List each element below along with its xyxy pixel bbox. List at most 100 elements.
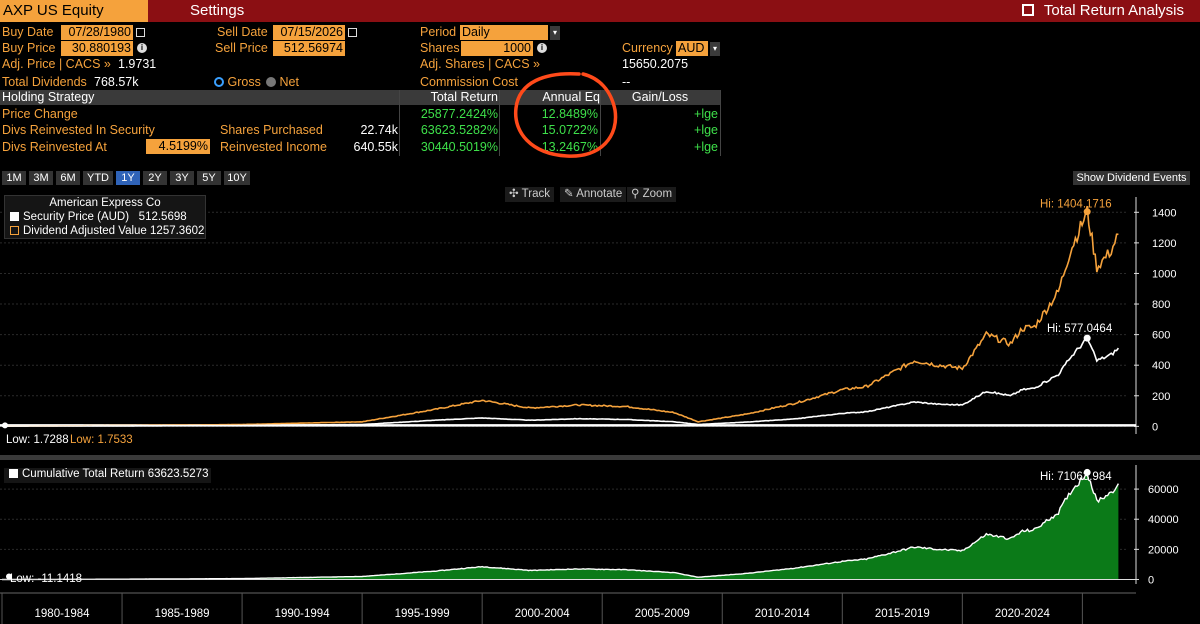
buy-date-label: Buy Date — [2, 25, 54, 39]
external-link-icon — [1021, 4, 1034, 16]
range-button-10y[interactable]: 10Y — [224, 171, 250, 185]
reinvest-rate-field[interactable]: 4.5199% — [146, 139, 210, 154]
settings-button[interactable]: Settings — [190, 0, 244, 22]
y-tick-label: 60000 — [1148, 484, 1179, 496]
total-dividends-label: Total Dividends — [2, 75, 87, 89]
currency-select[interactable]: AUD — [676, 41, 708, 56]
series-name: Cumulative Total Return — [22, 468, 145, 480]
period-select[interactable]: Daily — [460, 25, 548, 40]
low-label: Low: -11.1418 — [10, 573, 82, 585]
y-tick-label: 800 — [1152, 299, 1170, 311]
net-radio[interactable]: Net — [266, 75, 299, 89]
hi-marker-white — [1083, 334, 1091, 342]
title-bar: AXP US Equity Settings Total Return Anal… — [0, 0, 1200, 22]
shares-purchased-label: Shares Purchased — [220, 123, 323, 137]
hi-label: Hi: 71063.984 — [1040, 471, 1112, 483]
chevron-down-icon[interactable]: ▾ — [550, 26, 560, 40]
y-tick-label: 400 — [1152, 360, 1170, 372]
col-total-return[interactable]: Total Return — [400, 90, 498, 105]
legend-entry-dividend-adjusted[interactable]: Dividend Adjusted Value 1257.3602 — [5, 224, 205, 238]
x-tick-label: 2020-2024 — [995, 608, 1051, 620]
divider — [720, 90, 721, 156]
total-dividends-value: 768.57k — [94, 75, 139, 89]
row-label-price-change: Price Change — [2, 107, 78, 121]
calendar-icon[interactable] — [348, 28, 357, 37]
cumulative-return-area[interactable] — [2, 474, 1119, 580]
radio-selected-icon — [214, 77, 224, 87]
range-button-1m[interactable]: 1M — [2, 171, 26, 185]
y-tick-label: 1400 — [1152, 207, 1176, 219]
x-tick-label: 2015-2019 — [875, 608, 930, 620]
col-holding-strategy: Holding Strategy — [2, 90, 95, 104]
total-return-analysis-link[interactable]: Total Return Analysis — [1021, 0, 1184, 22]
shares-label: Shares — [420, 41, 460, 55]
adj-shares-value: 15650.2075 — [622, 57, 689, 71]
net-label: Net — [279, 75, 299, 89]
reinvested-income-label: Reinvested Income — [220, 140, 328, 154]
show-dividend-events-button[interactable]: Show Dividend Events — [1073, 171, 1190, 185]
series-last-value: 63623.5273 — [147, 468, 209, 480]
y-tick-label: 200 — [1152, 391, 1170, 403]
sell-price-field[interactable]: 512.56974 — [273, 41, 345, 56]
series-name: Security Price (AUD) — [23, 211, 130, 223]
y-tick-label: 40000 — [1148, 514, 1179, 526]
info-icon[interactable]: i — [537, 43, 547, 53]
shares-field[interactable]: 1000 — [461, 41, 533, 56]
y-tick-label: 0 — [1148, 574, 1154, 586]
y-tick-label: 20000 — [1148, 544, 1179, 556]
legend-title: American Express Co — [49, 197, 161, 209]
calendar-icon[interactable] — [136, 28, 145, 37]
x-tick-label: 1985-1989 — [155, 608, 210, 620]
pane-divider[interactable] — [0, 455, 1200, 460]
commission-label: Commission Cost — [420, 75, 518, 89]
x-tick-label: 2000-2004 — [515, 608, 571, 620]
total-return-cell: 30440.5019% — [420, 140, 498, 154]
range-button-3m[interactable]: 3M — [29, 171, 53, 185]
series-name: Dividend Adjusted Value — [23, 225, 147, 237]
legend-entry-security-price[interactable]: Security Price (AUD) 512.5698 — [5, 210, 205, 224]
total-return-cell: 25877.2424% — [420, 107, 498, 121]
hi-label-white: Hi: 577.0464 — [1047, 323, 1113, 335]
x-tick-label: 1990-1994 — [275, 608, 331, 620]
range-button-2y[interactable]: 2Y — [143, 171, 167, 185]
reinvested-income-value: 640.55k — [353, 140, 398, 154]
ticker-field[interactable]: AXP US Equity — [0, 0, 148, 22]
price-chart[interactable]: 0 200 400 600 800 1000 1200 1400 Hi: 1404.1716 Hi… — [0, 186, 1200, 624]
sell-date-field[interactable]: 07/15/2026 — [273, 25, 345, 40]
chevron-down-icon[interactable]: ▾ — [710, 42, 720, 56]
legend-swatch-white — [9, 469, 18, 478]
range-button-3y[interactable]: 3Y — [170, 171, 194, 185]
sell-price-label: Sell Price — [215, 41, 268, 55]
dividend-adjusted-line[interactable] — [2, 205, 1119, 427]
shares-purchased-value: 22.74k — [360, 123, 398, 137]
total-return-cell: 63623.5282% — [420, 123, 498, 137]
function-title: Total Return Analysis — [1043, 2, 1184, 19]
range-button-1y[interactable]: 1Y — [116, 171, 140, 185]
adj-price-link[interactable]: Adj. Price | CACS » — [2, 57, 111, 71]
adj-price-value: 1.9731 — [118, 57, 157, 71]
security-price-line[interactable] — [2, 336, 1120, 427]
y-tick-label: 0 — [1152, 421, 1158, 433]
hi-label-orange: Hi: 1404.1716 — [1040, 199, 1112, 211]
series-last-value: 512.5698 — [138, 211, 187, 223]
range-button-ytd[interactable]: YTD — [83, 171, 113, 185]
radio-unselected-icon — [266, 77, 276, 87]
circle-annotation — [513, 72, 618, 158]
buy-date-field[interactable]: 07/28/1980 — [61, 25, 133, 40]
price-legend: American Express Co Security Price (AUD)… — [4, 195, 206, 239]
range-button-5y[interactable]: 5Y — [197, 171, 221, 185]
gross-radio[interactable]: Gross — [214, 75, 261, 89]
range-button-6m[interactable]: 6M — [56, 171, 80, 185]
adj-shares-link[interactable]: Adj. Shares | CACS » — [420, 57, 540, 71]
x-tick-label: 1995-1999 — [395, 608, 450, 620]
row-label-divs-reinvested-at: Divs Reinvested At — [2, 140, 107, 154]
low-label-orange: Low: 1.7533 — [70, 434, 133, 446]
y-tick-label: 600 — [1152, 330, 1170, 342]
row-label-divs-reinvested-security: Divs Reinvested In Security — [2, 123, 155, 137]
x-tick-label: 1980-1984 — [35, 608, 91, 620]
y-tick-label: 1200 — [1152, 238, 1176, 250]
buy-price-field[interactable]: 30.880193 — [61, 41, 133, 56]
info-icon[interactable]: i — [137, 43, 147, 53]
low-label-white: Low: 1.7288 — [6, 434, 69, 446]
return-legend[interactable]: Cumulative Total Return 63623.5273 — [4, 468, 211, 483]
